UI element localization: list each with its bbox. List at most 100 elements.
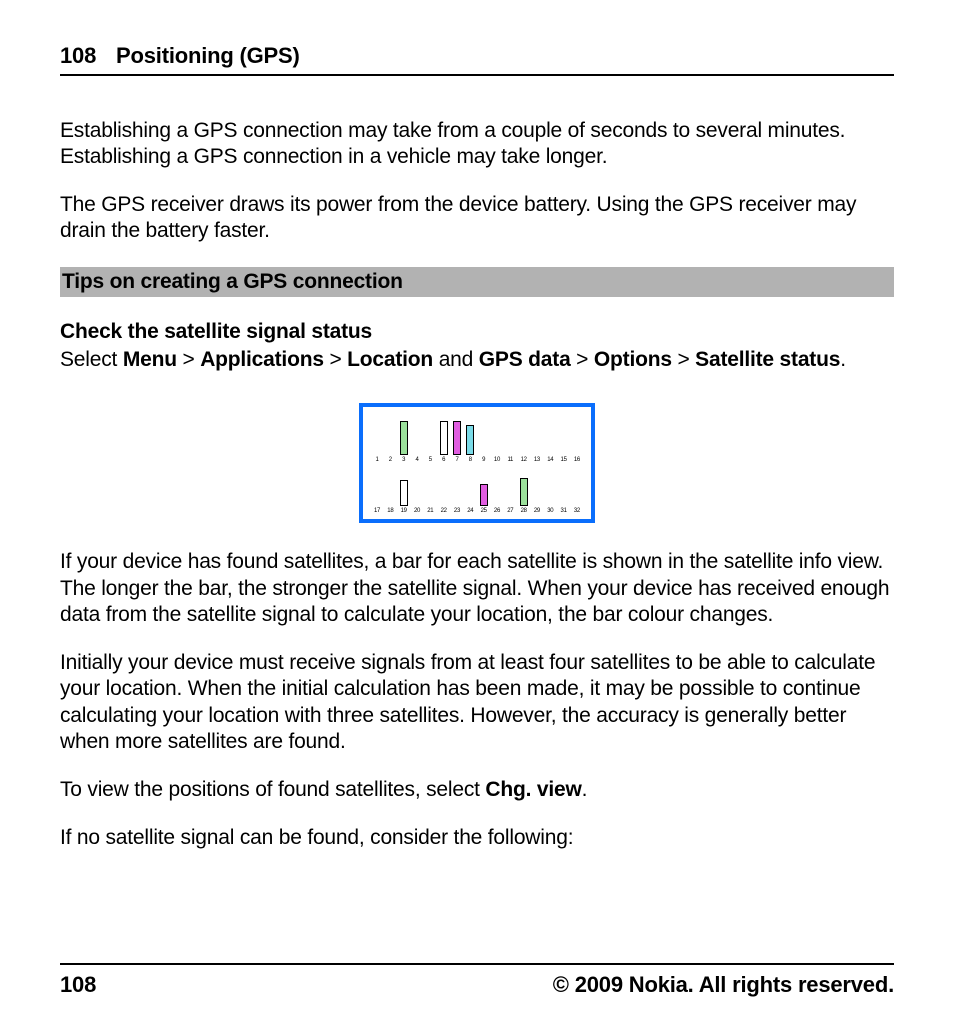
satellite-slot: 30 bbox=[544, 472, 556, 516]
satellite-bar bbox=[440, 421, 448, 455]
satellite-slot: 6 bbox=[438, 421, 450, 465]
satellite-slot: 23 bbox=[451, 472, 463, 516]
satellite-id-label: 14 bbox=[547, 457, 553, 465]
header-rule: 108 Positioning (GPS) bbox=[60, 42, 894, 76]
satellite-id-label: 7 bbox=[455, 457, 458, 465]
navigation-path: Select Menu > Applications > Location an… bbox=[60, 347, 894, 373]
satellite-slot: 14 bbox=[544, 421, 556, 465]
satellite-bar bbox=[453, 421, 461, 455]
satellite-id-label: 3 bbox=[402, 457, 405, 465]
satellite-id-label: 1 bbox=[375, 457, 378, 465]
satellite-id-label: 9 bbox=[482, 457, 485, 465]
satellite-slot: 29 bbox=[531, 472, 543, 516]
satellite-slot: 13 bbox=[531, 421, 543, 465]
subheading-satellite-status: Check the satellite signal status bbox=[60, 319, 894, 345]
satellite-slot: 20 bbox=[411, 472, 423, 516]
satellite-id-label: 20 bbox=[414, 508, 420, 516]
paragraph-no-signal: If no satellite signal can be found, con… bbox=[60, 825, 894, 851]
manual-page: 108 Positioning (GPS) Establishing a GPS… bbox=[0, 0, 954, 1036]
satellite-slot: 25 bbox=[478, 472, 490, 516]
nav-sep3: > bbox=[571, 348, 594, 371]
satellite-slot: 18 bbox=[384, 472, 396, 516]
para5-chg-view: Chg. view bbox=[485, 778, 581, 801]
satellite-id-label: 2 bbox=[389, 457, 392, 465]
footer-page-number: 108 bbox=[60, 971, 96, 999]
satellite-slot: 5 bbox=[424, 421, 436, 465]
satellite-slot: 31 bbox=[558, 472, 570, 516]
satellite-id-label: 4 bbox=[415, 457, 418, 465]
satellite-row: 12345678910111213141516 bbox=[371, 413, 583, 464]
satellite-slot: 16 bbox=[571, 421, 583, 465]
satellite-id-label: 17 bbox=[374, 508, 380, 516]
satellite-id-label: 25 bbox=[481, 508, 487, 516]
satellite-bar bbox=[520, 478, 528, 506]
satellite-id-label: 11 bbox=[507, 457, 513, 465]
satellite-slot: 27 bbox=[504, 472, 516, 516]
satellite-diagram-wrap: 1234567891011121314151617181920212223242… bbox=[60, 403, 894, 523]
nav-prefix: Select bbox=[60, 348, 123, 371]
satellite-slot: 12 bbox=[518, 421, 530, 465]
satellite-slot: 26 bbox=[491, 472, 503, 516]
satellite-id-label: 29 bbox=[534, 508, 540, 516]
satellite-slot: 19 bbox=[398, 472, 410, 516]
satellite-id-label: 24 bbox=[467, 508, 473, 516]
satellite-id-label: 6 bbox=[442, 457, 445, 465]
satellite-bar bbox=[466, 425, 474, 455]
nav-sep2: > bbox=[324, 348, 347, 371]
satellite-id-label: 30 bbox=[547, 508, 553, 516]
satellite-id-label: 19 bbox=[401, 508, 407, 516]
paragraph-gps-time: Establishing a GPS connection may take f… bbox=[60, 118, 894, 171]
satellite-slot: 22 bbox=[438, 472, 450, 516]
footer-copyright: © 2009 Nokia. All rights reserved. bbox=[553, 971, 894, 999]
paragraph-chg-view: To view the positions of found satellite… bbox=[60, 777, 894, 803]
satellite-slot: 15 bbox=[558, 421, 570, 465]
satellite-slot: 17 bbox=[371, 472, 383, 516]
satellite-id-label: 23 bbox=[454, 508, 460, 516]
satellite-slot: 32 bbox=[571, 472, 583, 516]
satellite-slot: 10 bbox=[491, 421, 503, 465]
satellite-id-label: 31 bbox=[561, 508, 567, 516]
nav-period: . bbox=[840, 348, 846, 371]
satellite-id-label: 16 bbox=[574, 457, 580, 465]
section-heading-bar: Tips on creating a GPS connection bbox=[60, 267, 894, 297]
nav-location: Location bbox=[347, 348, 433, 371]
satellite-id-label: 10 bbox=[494, 457, 500, 465]
page-footer: 108 © 2009 Nokia. All rights reserved. bbox=[60, 963, 894, 999]
satellite-id-label: 18 bbox=[387, 508, 393, 516]
satellite-id-label: 5 bbox=[429, 457, 432, 465]
satellite-slot: 7 bbox=[451, 421, 463, 465]
satellite-slot: 4 bbox=[411, 421, 423, 465]
satellite-id-label: 26 bbox=[494, 508, 500, 516]
satellite-slot: 2 bbox=[384, 421, 396, 465]
paragraph-battery: The GPS receiver draws its power from th… bbox=[60, 192, 894, 245]
satellite-slot: 1 bbox=[371, 421, 383, 465]
satellite-id-label: 22 bbox=[441, 508, 447, 516]
nav-options: Options bbox=[594, 348, 672, 371]
satellite-bar bbox=[400, 421, 408, 455]
running-header: 108 Positioning (GPS) bbox=[60, 42, 894, 70]
satellite-id-label: 21 bbox=[427, 508, 433, 516]
para5-c: . bbox=[582, 778, 588, 801]
paragraph-bar-explain: If your device has found satellites, a b… bbox=[60, 549, 894, 628]
nav-satellite-status: Satellite status bbox=[695, 348, 840, 371]
satellite-slot: 8 bbox=[464, 421, 476, 465]
satellite-slot: 21 bbox=[424, 472, 436, 516]
satellite-bar bbox=[480, 484, 488, 506]
satellite-signal-diagram: 1234567891011121314151617181920212223242… bbox=[359, 403, 595, 523]
satellite-id-label: 28 bbox=[521, 508, 527, 516]
header-section-title: Positioning (GPS) bbox=[116, 43, 300, 68]
satellite-id-label: 15 bbox=[561, 457, 567, 465]
satellite-slot: 24 bbox=[464, 472, 476, 516]
nav-and: and bbox=[433, 348, 479, 371]
nav-gps-data: GPS data bbox=[479, 348, 571, 371]
satellite-id-label: 32 bbox=[574, 508, 580, 516]
paragraph-four-satellites: Initially your device must receive signa… bbox=[60, 650, 894, 755]
satellite-slot: 28 bbox=[518, 472, 530, 516]
satellite-id-label: 8 bbox=[469, 457, 472, 465]
nav-sep4: > bbox=[672, 348, 695, 371]
satellite-slot: 9 bbox=[478, 421, 490, 465]
para5-a: To view the positions of found satellite… bbox=[60, 778, 485, 801]
nav-applications: Applications bbox=[200, 348, 324, 371]
satellite-bar bbox=[400, 480, 408, 506]
satellite-row: 17 18 19 20 21 22 23 24 25 26 27 28 29 30 31 32 bbox=[371, 464, 583, 515]
